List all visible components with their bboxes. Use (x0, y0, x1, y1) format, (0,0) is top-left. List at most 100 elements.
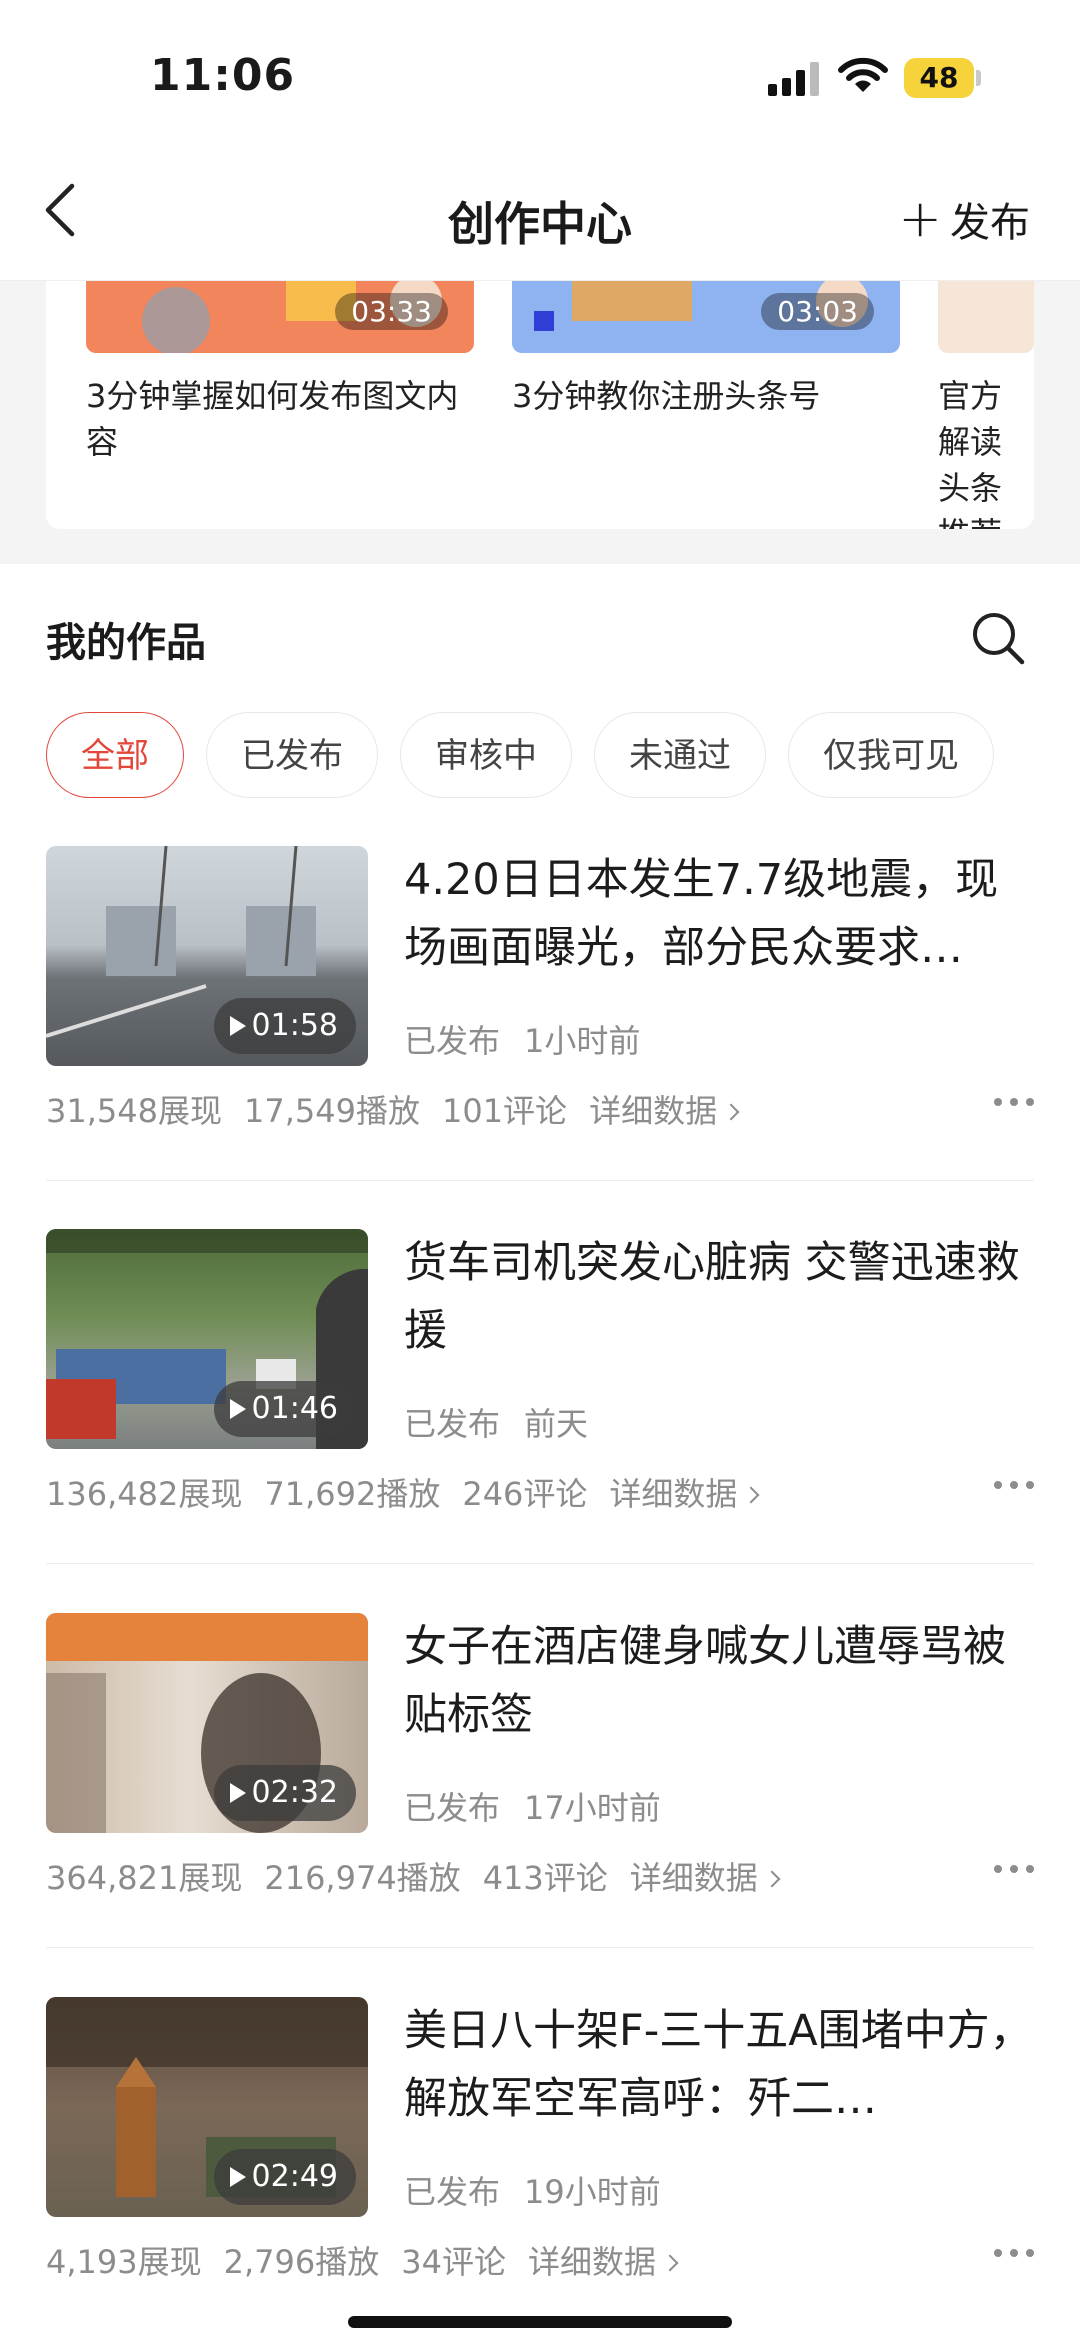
filter-reviewing[interactable]: 审核中 (400, 712, 572, 798)
home-indicator[interactable] (348, 2316, 732, 2328)
detail-label: 详细数据 (527, 2243, 656, 2281)
filter-rejected[interactable]: 未通过 (594, 712, 766, 798)
tutorial-thumbnail: 03:03 (512, 281, 900, 353)
filter-private[interactable]: 仅我可见 (788, 712, 994, 798)
divider (46, 1947, 1034, 1948)
video-thumbnail[interactable]: 01:58 (46, 846, 368, 1066)
tutorial-item[interactable]: 官方解读头条推荐 (938, 281, 1034, 529)
publish-button[interactable]: + 发布 (898, 190, 1030, 248)
tutorial-thumbnail: 03:33 (86, 281, 474, 353)
more-options-icon[interactable] (994, 1098, 1034, 1110)
work-time: 19小时前 (524, 2173, 661, 2211)
plus-icon: + (898, 189, 942, 249)
play-icon (229, 1399, 246, 1419)
detail-label: 详细数据 (589, 1092, 718, 1130)
more-options-icon[interactable] (994, 2249, 1034, 2261)
detail-data-link[interactable]: 详细数据 (609, 1475, 760, 1513)
duration-text: 02:49 (251, 2159, 338, 2194)
work-stats: 364,821展现 216,974播放 413评论 详细数据 (46, 1853, 800, 1899)
detail-label: 详细数据 (609, 1475, 738, 1513)
work-stats: 136,482展现 71,692播放 246评论 详细数据 (46, 1469, 779, 1515)
work-stats: 4,193展现 2,796播放 34评论 详细数据 (46, 2237, 698, 2283)
tutorial-item[interactable]: 03:03 3分钟教你注册头条号 (512, 281, 900, 419)
play-icon (229, 1016, 246, 1036)
tutorial-item[interactable]: 03:33 3分钟掌握如何发布图文内容 (86, 281, 474, 465)
wifi-icon (838, 57, 888, 92)
tutorial-thumbnail (938, 281, 1034, 353)
filter-all[interactable]: 全部 (46, 712, 184, 798)
detail-data-link[interactable]: 详细数据 (589, 1092, 740, 1130)
publish-label: 发布 (950, 200, 1030, 246)
chevron-right-icon (661, 2254, 679, 2272)
video-thumbnail[interactable]: 02:49 (46, 1997, 368, 2217)
nav-bar: 创作中心 + 发布 (0, 150, 1080, 281)
video-duration: 02:49 (213, 2149, 356, 2205)
work-status: 已发布 (404, 1789, 501, 1827)
work-status: 已发布 (404, 2173, 501, 2211)
more-options-icon[interactable] (994, 1481, 1034, 1493)
divider (46, 1180, 1034, 1181)
divider (46, 1563, 1034, 1564)
detail-data-link[interactable]: 详细数据 (527, 2243, 679, 2281)
play-icon (229, 2167, 246, 2187)
works-heading: 我的作品 (46, 620, 206, 666)
impressions: 31,548展现 (46, 1092, 222, 1130)
chevron-right-icon (742, 1486, 760, 1504)
comments: 413评论 (482, 1859, 608, 1897)
comments: 101评论 (441, 1092, 568, 1130)
filter-published[interactable]: 已发布 (206, 712, 378, 798)
tutorial-duration: 03:03 (761, 293, 874, 330)
video-thumbnail[interactable]: 01:46 (46, 1229, 368, 1449)
plays: 2,796播放 (223, 2243, 380, 2281)
work-title[interactable]: 美日八十架F-三十五A围堵中方，解放军空军高呼：歼二… (404, 1997, 1034, 2133)
video-duration: 01:46 (213, 1381, 356, 1437)
tutorial-title: 3分钟掌握如何发布图文内容 (86, 377, 459, 461)
impressions: 136,482展现 (46, 1475, 243, 1513)
work-meta: 已发布 前天 (404, 1399, 588, 1445)
work-title[interactable]: 4.20日日本发生7.7级地震，现场画面曝光，部分民众要求… (404, 846, 1034, 982)
work-time: 17小时前 (524, 1789, 661, 1827)
detail-data-link[interactable]: 详细数据 (629, 1859, 781, 1897)
battery-tip (976, 70, 981, 86)
more-options-icon[interactable] (994, 1865, 1034, 1877)
work-item[interactable]: 02:32 女子在酒店健身喊女儿遭辱骂被贴标签 已发布 17小时前 364,821… (46, 1613, 1034, 1913)
work-meta: 已发布 1小时前 (404, 1016, 640, 1062)
impressions: 4,193展现 (46, 2243, 202, 2281)
status-bar: 11:06 48 (0, 0, 1080, 150)
tutorial-title: 3分钟教你注册头条号 (512, 377, 821, 415)
work-status: 已发布 (404, 1405, 501, 1443)
comments: 246评论 (462, 1475, 588, 1513)
comments: 34评论 (401, 2243, 506, 2281)
video-duration: 02:32 (213, 1765, 356, 1821)
tutorial-duration: 03:33 (335, 293, 448, 330)
cellular-signal-icon (768, 60, 822, 96)
work-meta: 已发布 19小时前 (404, 2167, 661, 2213)
duration-text: 01:46 (251, 1391, 338, 1426)
work-meta: 已发布 17小时前 (404, 1783, 661, 1829)
chevron-right-icon (722, 1103, 740, 1121)
impressions: 364,821展现 (46, 1859, 243, 1897)
work-time: 前天 (524, 1405, 589, 1443)
work-status: 已发布 (404, 1022, 501, 1060)
battery-icon: 48 (904, 58, 974, 98)
chevron-right-icon (763, 1870, 781, 1888)
plays: 17,549播放 (243, 1092, 420, 1130)
video-duration: 01:58 (213, 998, 356, 1054)
duration-text: 02:32 (251, 1775, 338, 1810)
tutorial-title: 官方解读头条推荐 (938, 377, 1003, 529)
video-thumbnail[interactable]: 02:32 (46, 1613, 368, 1833)
search-icon[interactable] (970, 610, 1026, 666)
status-time: 11:06 (150, 50, 296, 101)
work-stats: 31,548展现 17,549播放 101评论 详细数据 (46, 1086, 759, 1132)
detail-label: 详细数据 (629, 1859, 758, 1897)
work-item[interactable]: 01:46 货车司机突发心脏病 交警迅速救援 已发布 前天 136,482展现 71… (46, 1229, 1034, 1529)
work-title[interactable]: 货车司机突发心脏病 交警迅速救援 (404, 1229, 1034, 1365)
play-icon (229, 1783, 246, 1803)
work-title[interactable]: 女子在酒店健身喊女儿遭辱骂被贴标签 (404, 1613, 1034, 1749)
plays: 71,692播放 (264, 1475, 441, 1513)
work-time: 1小时前 (524, 1022, 641, 1060)
duration-text: 01:58 (251, 1008, 338, 1043)
work-item[interactable]: 02:49 美日八十架F-三十五A围堵中方，解放军空军高呼：歼二… 已发布 19小… (46, 1997, 1034, 2297)
filter-tabs: 全部 已发布 审核中 未通过 仅我可见 (46, 712, 1080, 802)
work-item[interactable]: 01:58 4.20日日本发生7.7级地震，现场画面曝光，部分民众要求… 已发布… (46, 846, 1034, 1146)
